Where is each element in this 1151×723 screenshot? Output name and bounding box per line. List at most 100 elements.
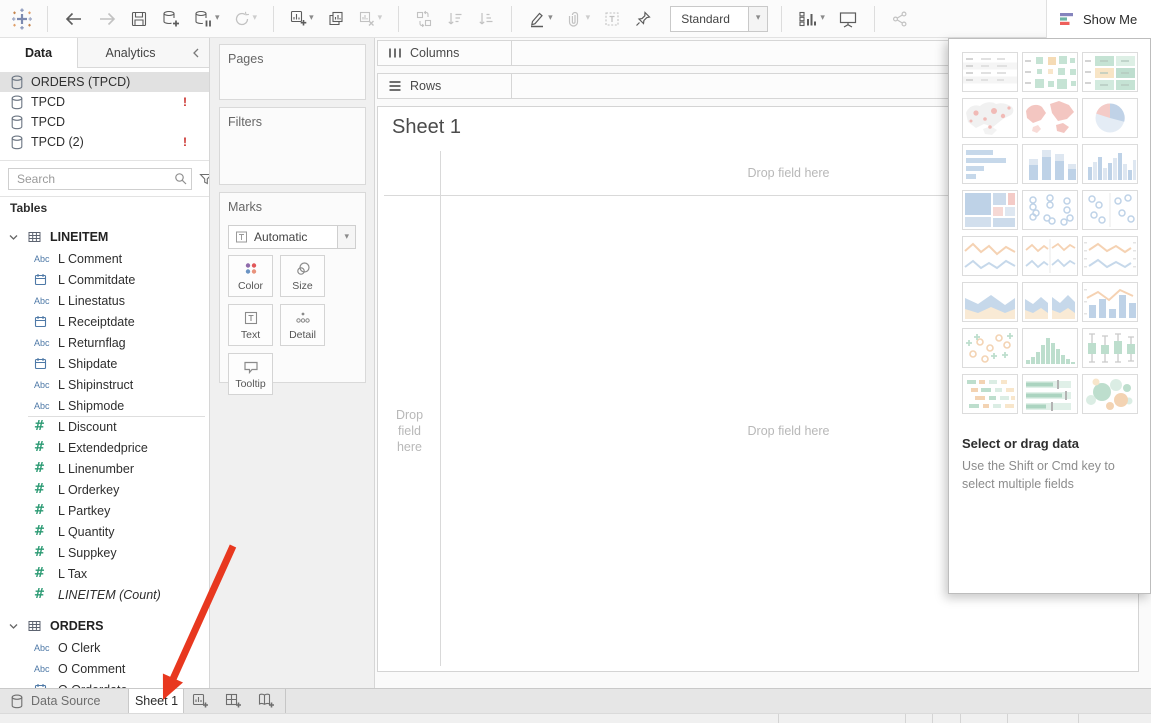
clear-sheet-button[interactable]: ▾	[355, 7, 386, 31]
collapse-pane-button[interactable]	[183, 38, 209, 68]
showme-tile-text-table[interactable]	[962, 52, 1018, 92]
showme-tile-discrete-lines[interactable]	[1022, 236, 1078, 276]
field-item[interactable]: AbcO Comment	[0, 658, 209, 679]
showme-tile-horizontal-bars[interactable]	[962, 144, 1018, 184]
showme-tile-histogram[interactable]	[1022, 328, 1078, 368]
pages-shelf[interactable]: Pages	[219, 44, 366, 100]
field-item[interactable]: O Orderdate	[0, 679, 209, 688]
showme-tile-highlight-table[interactable]	[1082, 52, 1138, 92]
sort-descending-button[interactable]	[474, 7, 498, 31]
showme-tile-dual-combination[interactable]	[1082, 282, 1138, 322]
new-dashboard-button[interactable]	[217, 689, 250, 713]
undo-button[interactable]	[61, 8, 87, 30]
showme-tile-discrete-area[interactable]	[1022, 282, 1078, 322]
tab-analytics[interactable]: Analytics	[78, 38, 183, 68]
showme-tile-scatter-plot[interactable]	[962, 328, 1018, 368]
view-size-dropdown[interactable]: Standard▾	[670, 6, 768, 32]
showme-tile-continuous-area[interactable]	[962, 282, 1018, 322]
showme-tile-dual-lines[interactable]	[1082, 236, 1138, 276]
field-item[interactable]: AbcL Shipinstruct	[0, 374, 209, 395]
filters-shelf[interactable]: Filters	[219, 107, 366, 185]
show-mark-labels-button[interactable]	[600, 7, 624, 31]
showme-tile-pie-chart[interactable]	[1082, 98, 1138, 138]
field-item[interactable]: #L Linenumber	[0, 458, 209, 479]
field-item[interactable]: #L Orderkey	[0, 479, 209, 500]
new-worksheet-button[interactable]	[184, 689, 217, 713]
field-item[interactable]: AbcL Returnflag	[0, 332, 209, 353]
text-button[interactable]: Text	[228, 304, 273, 346]
size-button[interactable]: Size	[280, 255, 325, 297]
data-source-item[interactable]: ORDERS (TPCD)	[0, 72, 209, 92]
table-group-orders[interactable]: ORDERS	[0, 615, 209, 637]
color-button[interactable]: Color	[228, 255, 273, 297]
detail-button[interactable]: Detail	[280, 304, 325, 346]
showme-tile-stacked-bars[interactable]	[1022, 144, 1078, 184]
field-item[interactable]: #L Suppkey	[0, 542, 209, 563]
redo-button[interactable]	[94, 8, 120, 30]
showme-tile-gantt[interactable]	[962, 374, 1018, 414]
group-members-button[interactable]: ▾	[563, 7, 594, 31]
size-icon	[294, 261, 312, 277]
number-field-icon: #	[34, 566, 58, 581]
pause-auto-updates-button[interactable]: ▾	[190, 7, 223, 31]
field-item[interactable]: #L Quantity	[0, 521, 209, 542]
showme-tile-filled-map[interactable]	[1022, 98, 1078, 138]
data-source-item[interactable]: TPCD	[0, 112, 209, 132]
mark-type-dropdown[interactable]: Automatic ▾	[228, 225, 356, 249]
showme-tile-side-by-side-circles[interactable]	[1082, 190, 1138, 230]
table-group-lineitem[interactable]: LINEITEM	[0, 226, 209, 248]
showme-tile-packed-bubbles[interactable]	[1082, 374, 1138, 414]
fix-axes-button[interactable]	[631, 7, 655, 31]
marks-card: Marks Automatic ▾ ColorSizeTextDetailToo…	[219, 192, 366, 383]
field-item[interactable]: AbcL Linestatus	[0, 290, 209, 311]
field-item[interactable]: #L Partkey	[0, 500, 209, 521]
showme-tile-symbol-map[interactable]	[962, 98, 1018, 138]
field-item[interactable]: #L Tax	[0, 563, 209, 584]
fit-view-button[interactable]: ▾	[795, 7, 828, 31]
number-field-icon: #	[34, 587, 58, 602]
showme-tile-circle-views[interactable]	[1022, 190, 1078, 230]
showme-tile-side-by-side-bars[interactable]	[1082, 144, 1138, 184]
tab-data[interactable]: Data	[0, 38, 78, 68]
field-item[interactable]: AbcL Comment	[0, 248, 209, 269]
field-item[interactable]: #LINEITEM (Count)	[0, 584, 209, 605]
chevron-down-icon	[6, 623, 20, 630]
highlight-button[interactable]: ▾	[525, 7, 556, 31]
field-item[interactable]: L Commitdate	[0, 269, 209, 290]
showme-tile-continuous-lines[interactable]	[962, 236, 1018, 276]
data-source-item[interactable]: TPCD!	[0, 92, 209, 112]
save-button[interactable]	[127, 7, 151, 31]
field-item[interactable]: #L Extendedprice	[0, 437, 209, 458]
search-input[interactable]	[15, 171, 174, 187]
field-item[interactable]: AbcL Shipmode	[0, 395, 209, 416]
presentation-mode-button[interactable]	[835, 7, 861, 31]
new-worksheet-button[interactable]: ▾	[287, 7, 317, 30]
swap-rows-columns-button[interactable]	[412, 7, 436, 31]
showme-tile-box-and-whisker[interactable]	[1082, 328, 1138, 368]
marks-buttons: ColorSizeTextDetailTooltip	[228, 255, 361, 395]
database-icon	[10, 115, 24, 130]
showme-tile-treemap[interactable]	[962, 190, 1018, 230]
database-icon	[10, 95, 24, 110]
field-item[interactable]: L Shipdate	[0, 353, 209, 374]
field-item[interactable]: L Receiptdate	[0, 311, 209, 332]
showme-tile-heatmap[interactable]	[1022, 52, 1078, 92]
share-button[interactable]	[888, 7, 912, 31]
run-auto-updates-button[interactable]: ▾	[230, 7, 261, 31]
chevron-down-icon: ▾	[215, 14, 220, 23]
sort-ascending-button[interactable]	[443, 7, 467, 31]
data-source-tab[interactable]: Data Source	[0, 689, 116, 713]
showme-tile-bullet-graph[interactable]	[1022, 374, 1078, 414]
swap-rows-columns-icon	[415, 10, 433, 28]
duplicate-sheet-button[interactable]	[324, 7, 348, 31]
show-me-button[interactable]: Show Me	[1046, 0, 1151, 38]
data-source-item[interactable]: TPCD (2)!	[0, 132, 209, 152]
field-item[interactable]: AbcO Clerk	[0, 637, 209, 658]
tooltip-button[interactable]: Tooltip	[228, 353, 273, 395]
drop-zone-rows[interactable]: Drop field here	[379, 195, 440, 666]
new-data-source-button[interactable]	[158, 7, 183, 31]
filter-fields-icon[interactable]	[197, 170, 210, 188]
new-story-button[interactable]	[250, 689, 283, 713]
sheet-1-tab[interactable]: Sheet 1	[128, 689, 184, 713]
field-item[interactable]: #L Discount	[0, 416, 209, 437]
